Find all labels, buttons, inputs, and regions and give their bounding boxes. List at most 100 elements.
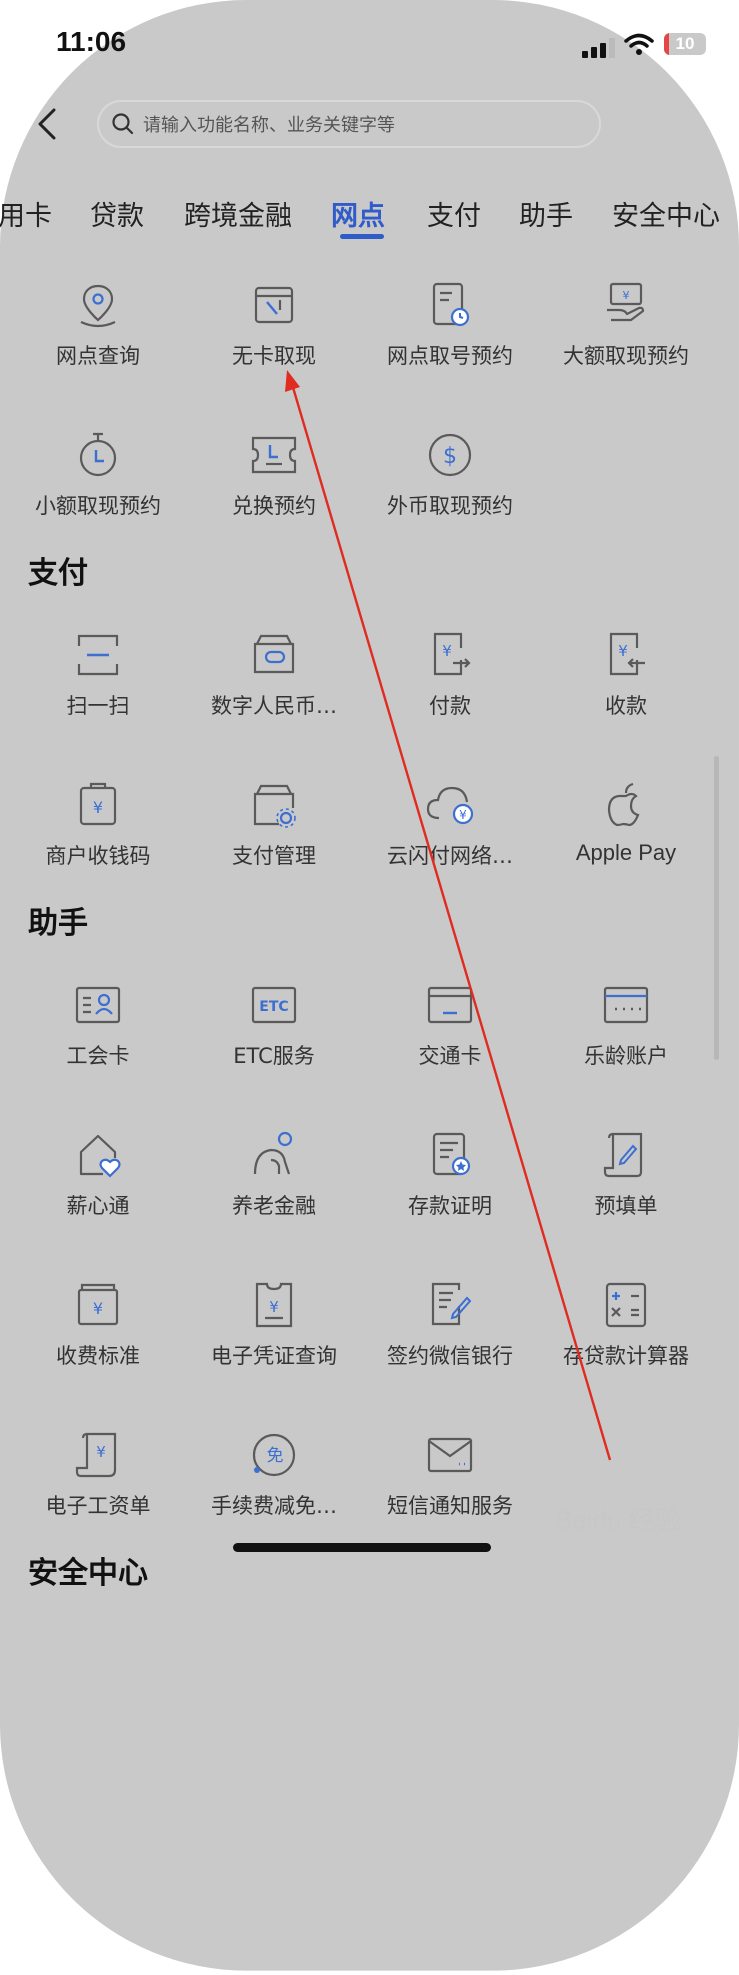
battery-level: 10 — [675, 34, 695, 53]
back-arrow-icon[interactable] — [30, 104, 70, 144]
cellular-signal-icon — [582, 38, 616, 58]
transit-card-icon — [427, 986, 473, 1024]
apple-icon — [607, 782, 640, 827]
item-receive[interactable]: ¥ 收款 — [537, 630, 715, 750]
scrollbar[interactable] — [714, 756, 719, 1060]
svg-text:¥: ¥ — [623, 289, 630, 302]
svg-text:¥: ¥ — [459, 808, 467, 822]
item-label: 薪心通 — [66, 1194, 130, 1218]
payment-settings-icon — [253, 784, 296, 828]
scan-icon — [77, 634, 119, 676]
union-card-icon — [75, 986, 121, 1024]
location-pin-icon — [80, 284, 116, 328]
item-label: 支付管理 — [232, 844, 316, 868]
item-loan-calculator[interactable]: 存贷款计算器 — [537, 1280, 715, 1400]
calculator-icon — [605, 1282, 647, 1328]
item-cloud-quickpass[interactable]: ¥ 云闪付网络… — [361, 780, 539, 900]
svg-text:ETC: ETC — [259, 999, 288, 1015]
item-salary-service[interactable]: 薪心通 — [9, 1130, 187, 1250]
item-apple-pay[interactable]: Apple Pay — [537, 780, 715, 900]
payslip-icon: ¥ — [75, 1432, 117, 1478]
section-title-payment: 支付 — [28, 556, 88, 591]
item-fee-waiver[interactable]: 免 手续费减免… — [185, 1430, 363, 1550]
sms-envelope-icon — [427, 1437, 473, 1473]
search-icon — [112, 113, 134, 135]
fee-standard-icon: ¥ — [77, 1283, 119, 1326]
item-large-withdrawal[interactable]: ¥ 大额取现预约 — [537, 280, 715, 400]
svg-text:¥: ¥ — [269, 1298, 279, 1316]
item-label: 数字人民币… — [211, 694, 337, 718]
tab-assistant[interactable]: 助手 — [519, 194, 573, 233]
stopwatch-icon — [79, 432, 117, 477]
item-e-receipt-query[interactable]: ¥ 电子凭证查询 — [185, 1280, 363, 1400]
item-label: 外币取现预约 — [387, 494, 513, 518]
item-etc-service[interactable]: ETC ETC服务 — [185, 980, 363, 1100]
item-pension-finance[interactable]: 养老金融 — [185, 1130, 363, 1250]
item-digital-rmb[interactable]: 数字人民币… — [185, 630, 363, 750]
status-time: 11:06 — [56, 26, 127, 57]
item-wechat-banking-sign[interactable]: 签约微信银行 — [361, 1280, 539, 1400]
active-tab-indicator — [340, 234, 384, 239]
item-label: 无卡取现 — [232, 344, 316, 368]
item-merchant-code[interactable]: ¥ 商户收钱码 — [9, 780, 187, 900]
svg-text:¥: ¥ — [96, 1443, 106, 1461]
digital-wallet-icon — [253, 634, 295, 674]
item-forex-withdrawal[interactable]: $ 外币取现预约 — [361, 430, 539, 550]
item-label: 预填单 — [594, 1194, 658, 1218]
svg-text:¥: ¥ — [618, 642, 628, 660]
tab-payment[interactable]: 支付 — [427, 194, 481, 233]
item-label: 签约微信银行 — [387, 1344, 513, 1368]
category-tabs: 用卡 贷款 跨境金融 网点 支付 助手 安全中心 — [0, 178, 739, 248]
item-label: 云闪付网络… — [387, 844, 513, 868]
item-label: 网点取号预约 — [387, 344, 513, 368]
tab-branch[interactable]: 网点 — [331, 194, 385, 233]
exchange-ticket-icon — [251, 436, 297, 474]
search-input[interactable]: 请输入功能名称、业务关键字等 — [97, 100, 601, 148]
item-label: ETC服务 — [233, 1044, 315, 1068]
tab-security[interactable]: 安全中心 — [612, 194, 720, 233]
section-title-assistant: 助手 — [28, 906, 88, 941]
tab-card[interactable]: 用卡 — [0, 194, 52, 233]
large-withdrawal-icon: ¥ — [607, 282, 645, 322]
tab-loan[interactable]: 贷款 — [90, 194, 144, 233]
item-label: 乐龄账户 — [584, 1044, 668, 1068]
item-senior-account[interactable]: 乐龄账户 — [537, 980, 715, 1100]
item-small-withdrawal[interactable]: 小额取现预约 — [9, 430, 187, 550]
item-label: 扫一扫 — [66, 694, 130, 718]
item-scan[interactable]: 扫一扫 — [9, 630, 187, 750]
item-payment-management[interactable]: 支付管理 — [185, 780, 363, 900]
receive-icon: ¥ — [609, 632, 645, 676]
svg-text:$: $ — [443, 444, 457, 469]
item-label: 存贷款计算器 — [563, 1344, 689, 1368]
item-branch-query[interactable]: 网点查询 — [9, 280, 187, 400]
item-label: 工会卡 — [66, 1044, 130, 1068]
item-cardless-cash[interactable]: 无卡取现 — [185, 280, 363, 400]
item-label: 网点查询 — [56, 344, 140, 368]
item-label: 电子工资单 — [45, 1494, 151, 1518]
item-prefill-form[interactable]: 预填单 — [537, 1130, 715, 1250]
item-label: 兑换预约 — [232, 494, 316, 518]
home-indicator[interactable] — [233, 1543, 491, 1552]
item-label: 存款证明 — [408, 1194, 492, 1218]
item-label: Apple Pay — [575, 840, 677, 865]
item-pay[interactable]: ¥ 付款 — [361, 630, 539, 750]
home-heart-icon — [79, 1134, 121, 1178]
item-fee-standard[interactable]: ¥ 收费标准 — [9, 1280, 187, 1400]
item-union-card[interactable]: 工会卡 — [9, 980, 187, 1100]
prefill-form-icon — [603, 1132, 643, 1178]
item-queue-reservation[interactable]: 网点取号预约 — [361, 280, 539, 400]
tab-cross-border[interactable]: 跨境金融 — [184, 194, 292, 233]
dollar-coin-icon: $ — [428, 433, 472, 477]
item-sms-notification[interactable]: 短信通知服务 — [361, 1430, 539, 1550]
senior-account-icon — [603, 986, 649, 1024]
svg-text:¥: ¥ — [93, 798, 103, 817]
e-receipt-icon: ¥ — [255, 1282, 293, 1328]
item-transit-card[interactable]: 交通卡 — [361, 980, 539, 1100]
svg-text:¥: ¥ — [93, 1299, 103, 1318]
item-e-payslip[interactable]: ¥ 电子工资单 — [9, 1430, 187, 1550]
etc-icon: ETC — [251, 986, 297, 1024]
item-deposit-certificate[interactable]: 存款证明 — [361, 1130, 539, 1250]
item-exchange-reservation[interactable]: 兑换预约 — [185, 430, 363, 550]
svg-text:¥: ¥ — [442, 642, 452, 660]
item-label: 交通卡 — [418, 1044, 482, 1068]
